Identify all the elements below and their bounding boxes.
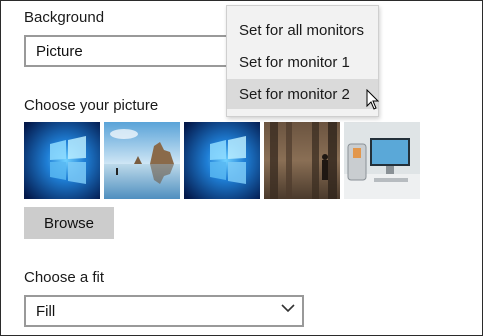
menu-item-label: Set for all monitors [239, 21, 365, 39]
browse-button[interactable]: Browse [24, 207, 114, 239]
picture-thumbnail-2[interactable] [104, 122, 180, 199]
mouse-cursor-icon [366, 89, 380, 110]
beach-photo-icon [104, 122, 180, 199]
background-dropdown[interactable]: Picture [24, 35, 244, 67]
picture-thumbnail-1[interactable] [24, 122, 100, 199]
menu-item-label: Set for monitor 1 [239, 53, 350, 71]
computer-photo-icon [344, 122, 420, 199]
choose-fit-heading: Choose a fit [24, 269, 105, 286]
menu-item-set-all-monitors[interactable]: Set for all monitors [227, 15, 378, 45]
windows-wallpaper-icon [24, 122, 100, 199]
fit-dropdown[interactable]: Fill [24, 295, 304, 327]
menu-item-label: Set for monitor 2 [239, 85, 350, 103]
picture-thumbnail-4[interactable] [264, 122, 340, 199]
windows-wallpaper-icon [184, 122, 260, 199]
picture-thumbnail-3[interactable] [184, 122, 260, 199]
background-heading: Background [24, 9, 105, 26]
choose-picture-heading: Choose your picture [24, 97, 159, 114]
menu-item-set-monitor-2[interactable]: Set for monitor 2 [227, 79, 378, 109]
fit-dropdown-value: Fill [36, 302, 56, 320]
picture-thumbnail-5[interactable] [344, 122, 420, 199]
background-dropdown-value: Picture [36, 42, 83, 60]
set-monitor-context-menu: Set for all monitors Set for monitor 1 S… [226, 5, 379, 117]
menu-item-set-monitor-1[interactable]: Set for monitor 1 [227, 47, 378, 77]
chevron-down-icon [281, 304, 295, 313]
forest-photo-icon [264, 122, 340, 199]
